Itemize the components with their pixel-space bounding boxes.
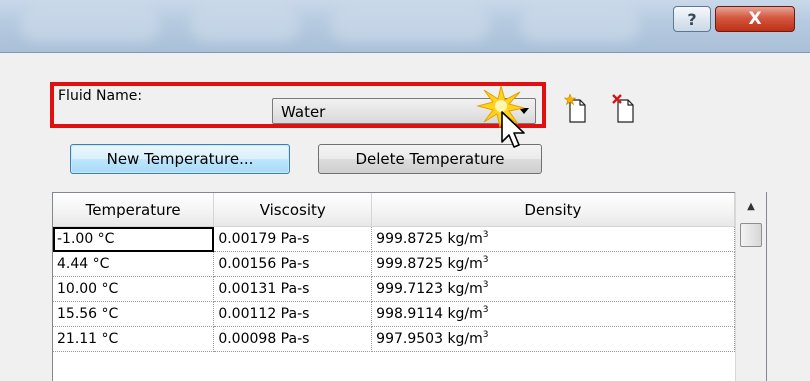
temperature-cell[interactable]: -1.00 °C xyxy=(53,226,215,252)
table-header-row: Temperature Viscosity Density xyxy=(53,193,766,227)
density-unit-exponent: 3 xyxy=(482,330,489,340)
temperature-cell[interactable]: 10.00 °C xyxy=(53,276,215,302)
scrollbar-thumb[interactable] xyxy=(740,223,762,247)
column-header-temperature[interactable]: Temperature xyxy=(53,193,215,227)
density-value: 997.9503 xyxy=(376,331,443,347)
density-unit: kg/m xyxy=(447,306,483,322)
density-cell[interactable]: 999.8725 kg/m3 xyxy=(371,251,735,277)
viscosity-cell[interactable]: 0.00098 Pa-s xyxy=(213,326,373,352)
table-row[interactable]: 21.11 °C 0.00098 Pa-s 997.9503 kg/m3 xyxy=(53,326,766,352)
scroll-up-arrow-icon[interactable]: ▲ xyxy=(736,192,766,222)
density-cell[interactable]: 999.8725 kg/m3 xyxy=(371,226,735,252)
density-unit: kg/m xyxy=(447,331,483,347)
mouse-pointer-icon xyxy=(501,111,525,148)
fluid-properties-table: Temperature Viscosity Density -1.00 °C 0… xyxy=(52,192,767,381)
density-value: 999.8725 xyxy=(376,256,443,272)
density-cell[interactable]: 999.7123 kg/m3 xyxy=(371,276,735,302)
close-button[interactable]: X xyxy=(715,6,795,32)
density-value: 999.7123 xyxy=(376,281,443,297)
density-unit: kg/m xyxy=(447,256,483,272)
density-unit: kg/m xyxy=(447,231,483,247)
new-temperature-button[interactable]: New Temperature... xyxy=(70,144,290,174)
column-header-density[interactable]: Density xyxy=(371,193,735,227)
title-bar: ? X xyxy=(0,0,810,53)
table-row[interactable]: -1.00 °C 0.00179 Pa-s 999.8725 kg/m3 xyxy=(53,226,766,252)
column-header-viscosity[interactable]: Viscosity xyxy=(213,193,373,227)
table-row[interactable]: 15.56 °C 0.00112 Pa-s 998.9114 kg/m3 xyxy=(53,301,766,327)
vertical-scrollbar[interactable]: ▲ xyxy=(735,192,766,381)
density-cell[interactable]: 997.9503 kg/m3 xyxy=(371,326,735,352)
density-unit-exponent: 3 xyxy=(482,255,489,265)
density-unit-exponent: 3 xyxy=(482,230,489,240)
fluid-name-value: Water xyxy=(281,103,326,121)
viscosity-cell[interactable]: 0.00131 Pa-s xyxy=(213,276,373,302)
viscosity-cell[interactable]: 0.00112 Pa-s xyxy=(213,301,373,327)
table-row[interactable]: 4.44 °C 0.00156 Pa-s 999.8725 kg/m3 xyxy=(53,251,766,277)
density-value: 998.9114 xyxy=(376,306,443,322)
density-unit: kg/m xyxy=(447,281,483,297)
density-unit-exponent: 3 xyxy=(482,280,489,290)
density-value: 999.8725 xyxy=(376,231,443,247)
viscosity-cell[interactable]: 0.00156 Pa-s xyxy=(213,251,373,277)
table-row[interactable]: 10.00 °C 0.00131 Pa-s 999.7123 kg/m3 xyxy=(53,276,766,302)
viscosity-cell[interactable]: 0.00179 Pa-s xyxy=(213,226,373,252)
delete-file-x-icon[interactable] xyxy=(612,94,636,124)
temperature-cell[interactable]: 15.56 °C xyxy=(53,301,215,327)
new-file-star-icon[interactable] xyxy=(564,94,588,124)
density-unit-exponent: 3 xyxy=(482,305,489,315)
help-button[interactable]: ? xyxy=(673,6,711,32)
density-cell[interactable]: 998.9114 kg/m3 xyxy=(371,301,735,327)
fluid-name-label: Fluid Name: xyxy=(58,88,143,104)
temperature-cell[interactable]: 21.11 °C xyxy=(53,326,215,352)
temperature-cell[interactable]: 4.44 °C xyxy=(53,251,215,277)
